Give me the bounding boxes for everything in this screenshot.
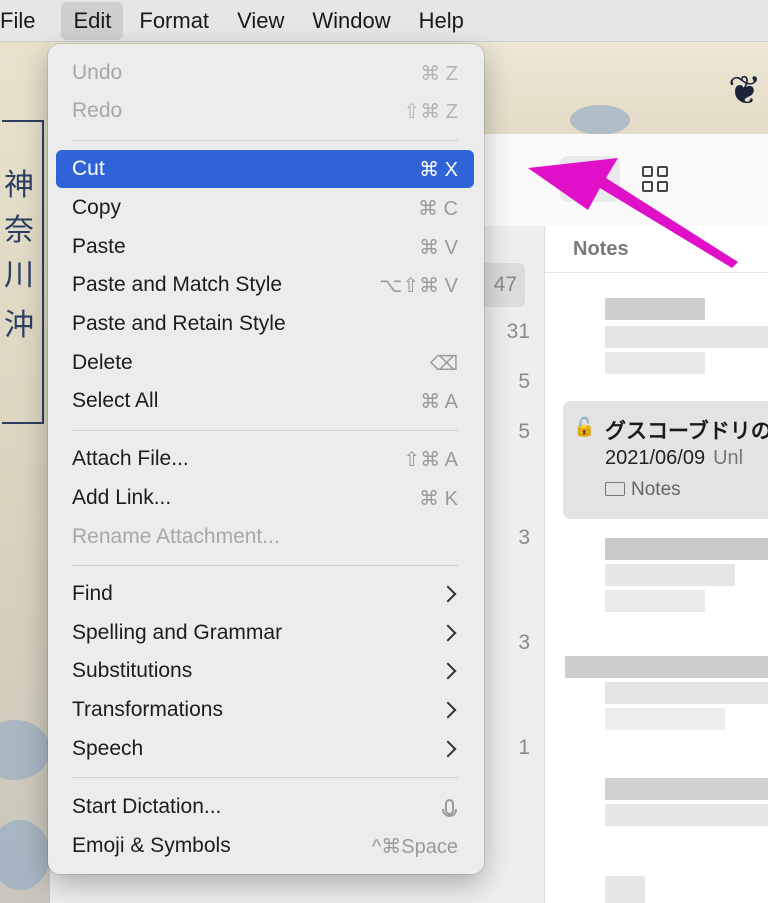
note-title: グスコーブドリの xyxy=(605,420,768,443)
blurred-note-preview xyxy=(605,682,768,704)
menu-item-redo[interactable]: Redo ⇧⌘ Z xyxy=(56,92,474,130)
menu-item-label: Find xyxy=(72,582,113,605)
blurred-note-preview xyxy=(605,352,705,374)
menu-separator xyxy=(72,565,458,566)
menu-item-shortcut: ⌘ V xyxy=(419,236,458,259)
menu-item-shortcut: ⌘ A xyxy=(420,390,458,413)
menu-help[interactable]: Help xyxy=(407,2,476,40)
menu-item-paste-retain-style[interactable]: Paste and Retain Style xyxy=(56,305,474,343)
menu-item-cut[interactable]: Cut ⌘ X xyxy=(56,150,474,188)
menu-item-emoji-symbols[interactable]: Emoji & Symbols ^⌘Space xyxy=(56,827,474,865)
menu-item-label: Start Dictation... xyxy=(72,795,222,818)
menu-item-substitutions[interactable]: Substitutions xyxy=(56,652,474,690)
menu-format[interactable]: Format xyxy=(127,2,221,40)
menu-item-select-all[interactable]: Select All ⌘ A xyxy=(56,382,474,420)
blurred-note-preview xyxy=(605,778,768,800)
chevron-right-icon xyxy=(439,585,457,603)
chevron-right-icon xyxy=(439,701,457,719)
blurred-note-preview xyxy=(565,656,768,678)
menu-item-shortcut: ^⌘Space xyxy=(371,835,458,858)
chevron-right-icon xyxy=(439,624,457,642)
menu-item-spelling-grammar[interactable]: Spelling and Grammar xyxy=(56,614,474,652)
edit-menu-dropdown: Undo ⌘ Z Redo ⇧⌘ Z Cut ⌘ X Copy ⌘ C Past… xyxy=(48,44,484,874)
menu-item-label: Rename Attachment... xyxy=(72,525,280,548)
menu-item-start-dictation[interactable]: Start Dictation... xyxy=(56,788,474,826)
menu-item-transformations[interactable]: Transformations xyxy=(56,691,474,729)
menu-file[interactable]: File xyxy=(0,2,47,40)
menu-item-add-link[interactable]: Add Link... ⌘ K xyxy=(56,479,474,517)
note-item-selected[interactable]: 🔓 グスコーブドリの 2021/06/09 Unl Notes xyxy=(563,401,768,519)
menu-item-undo[interactable]: Undo ⌘ Z xyxy=(56,54,474,92)
note-folder: Notes xyxy=(605,479,681,501)
chevron-right-icon xyxy=(439,662,457,680)
blurred-note-preview xyxy=(605,590,705,612)
menu-item-shortcut: ⌘ K xyxy=(419,487,458,510)
menu-item-label: Emoji & Symbols xyxy=(72,834,231,857)
menu-item-label: Redo xyxy=(72,99,123,122)
notes-list: Notes 🔓 グスコーブドリの 2021/06/09 Unl Notes xyxy=(545,226,768,903)
blurred-note-preview xyxy=(605,564,735,586)
note-preview: Unl xyxy=(713,447,744,469)
menu-separator xyxy=(72,140,458,141)
menu-item-shortcut: ⌥⇧⌘ V xyxy=(379,274,458,297)
menu-item-paste-match-style[interactable]: Paste and Match Style ⌥⇧⌘ V xyxy=(56,266,474,304)
menu-separator xyxy=(72,777,458,778)
menu-item-shortcut: ⇧⌘ A xyxy=(403,448,458,471)
note-folder-label: Notes xyxy=(631,479,681,500)
menu-item-find[interactable]: Find xyxy=(56,575,474,613)
wallpaper-glyph: 沖 xyxy=(4,308,34,343)
wallpaper-wave xyxy=(570,105,630,135)
menu-item-attach-file[interactable]: Attach File... ⇧⌘ A xyxy=(56,440,474,478)
menu-item-label: Undo xyxy=(72,61,123,84)
menu-item-label: Attach File... xyxy=(72,447,189,470)
note-date-value: 2021/06/09 xyxy=(605,447,706,469)
notes-divider xyxy=(545,272,768,273)
wallpaper-bird: ❦ xyxy=(728,69,762,113)
menu-bar: File Edit Format View Window Help xyxy=(0,0,768,42)
menu-edit[interactable]: Edit xyxy=(61,1,124,40)
menu-item-shortcut: ⌘ X xyxy=(419,158,458,181)
menu-item-shortcut: ⌘ Z xyxy=(420,62,458,85)
annotation-arrow-shape xyxy=(528,158,738,268)
menu-item-label: Speech xyxy=(72,737,144,760)
folder-icon xyxy=(605,482,625,496)
menu-item-label: Paste and Match Style xyxy=(72,273,283,296)
menu-separator xyxy=(72,430,458,431)
menu-item-label: Spelling and Grammar xyxy=(72,621,283,644)
menu-item-rename-attachment[interactable]: Rename Attachment... xyxy=(56,518,474,556)
chevron-right-icon xyxy=(439,740,457,758)
menu-item-label: Substitutions xyxy=(72,659,193,682)
menu-item-shortcut: ⌘ C xyxy=(418,197,458,220)
menu-view[interactable]: View xyxy=(225,2,296,40)
menu-item-label: Cut xyxy=(72,157,105,180)
menu-item-label: Transformations xyxy=(72,698,223,721)
blurred-note-preview xyxy=(605,298,705,320)
delete-key-icon: ⌫ xyxy=(429,352,458,375)
menu-item-label: Paste xyxy=(72,235,126,258)
menu-item-shortcut: ⇧⌘ Z xyxy=(403,100,458,123)
menu-item-label: Select All xyxy=(72,389,159,412)
wallpaper-glyph: 神 xyxy=(4,168,34,203)
menu-item-delete[interactable]: Delete ⌫ xyxy=(56,344,474,382)
wallpaper-glyph: 奈 xyxy=(4,213,34,248)
annotation-arrow-icon xyxy=(528,158,738,268)
menu-item-label: Delete xyxy=(72,351,133,374)
blurred-note-preview xyxy=(605,708,725,730)
menu-item-paste[interactable]: Paste ⌘ V xyxy=(56,228,474,266)
menu-item-speech[interactable]: Speech xyxy=(56,730,474,768)
unlock-icon: 🔓 xyxy=(573,417,596,437)
wallpaper-glyph: 川 xyxy=(4,258,34,293)
menu-item-label: Add Link... xyxy=(72,486,172,509)
menu-item-label: Paste and Retain Style xyxy=(72,312,286,335)
note-date: 2021/06/09 Unl xyxy=(605,447,743,470)
blurred-note-preview xyxy=(605,326,768,348)
menu-window[interactable]: Window xyxy=(300,2,402,40)
blurred-note-preview xyxy=(605,876,645,903)
microphone-icon xyxy=(442,799,457,817)
blurred-note-preview xyxy=(605,538,768,560)
menu-item-copy[interactable]: Copy ⌘ C xyxy=(56,189,474,227)
menu-item-label: Copy xyxy=(72,196,122,219)
blurred-note-preview xyxy=(605,804,768,826)
